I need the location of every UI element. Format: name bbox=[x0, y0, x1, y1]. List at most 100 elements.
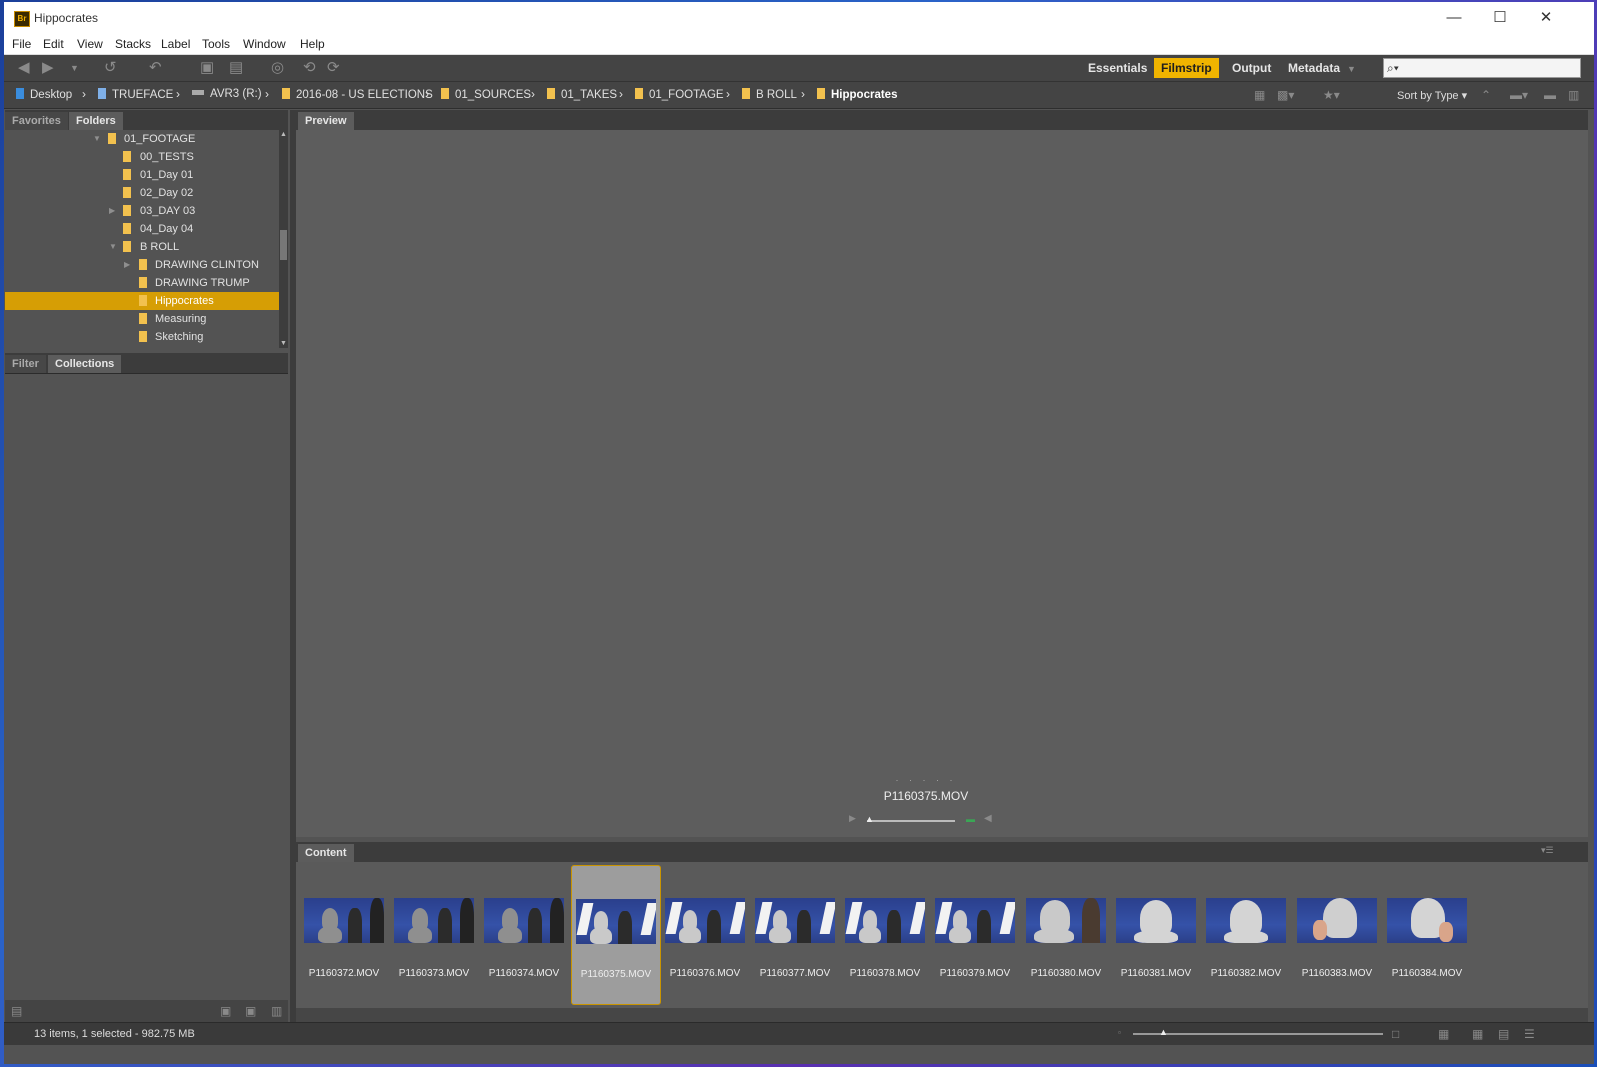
breadcrumb-01-takes[interactable]: 01_TAKES bbox=[547, 88, 617, 101]
breadcrumb-separator-icon[interactable]: › bbox=[801, 87, 805, 101]
breadcrumb-separator-icon[interactable]: › bbox=[82, 87, 86, 101]
rotate-left-icon[interactable]: ⟲ bbox=[303, 59, 316, 77]
camera-download-icon[interactable]: ▣ bbox=[200, 59, 214, 77]
tab-collections[interactable]: Collections bbox=[48, 355, 122, 373]
minimize-button[interactable]: — bbox=[1431, 4, 1477, 32]
breadcrumb-01-footage[interactable]: 01_FOOTAGE bbox=[635, 88, 724, 101]
scroll-down-icon[interactable]: ▼ bbox=[279, 339, 288, 348]
breadcrumb-avr3[interactable]: AVR3 (R:) bbox=[192, 88, 262, 100]
breadcrumb-hippocrates[interactable]: Hippocrates bbox=[817, 88, 897, 101]
workspace-filmstrip[interactable]: Filmstrip bbox=[1154, 58, 1219, 78]
folder-item-b-roll[interactable]: ▼ B ROLL bbox=[5, 238, 280, 256]
thumbnail-view-icon[interactable]: ▦ bbox=[1472, 1027, 1483, 1041]
close-button[interactable]: ✕ bbox=[1523, 4, 1569, 32]
scrubber-knob[interactable]: ▲ bbox=[865, 814, 874, 824]
thumbnail-item-selected[interactable]: P1160375.MOV bbox=[571, 865, 661, 1005]
volume-icon[interactable]: ◀ bbox=[984, 813, 992, 824]
folder-item-hippocrates[interactable]: Hippocrates bbox=[5, 292, 280, 310]
menu-help[interactable]: Help bbox=[300, 37, 325, 51]
thumbnail-item[interactable]: P1160380.MOV bbox=[1022, 865, 1110, 1003]
tab-filter[interactable]: Filter bbox=[5, 355, 46, 373]
new-folder-icon[interactable]: ▬ bbox=[1544, 88, 1556, 102]
folder-item-00-tests[interactable]: 00_TESTS bbox=[5, 148, 280, 166]
collapsed-arrow-icon[interactable]: ▶ bbox=[109, 202, 115, 220]
breadcrumb-separator-icon[interactable]: › bbox=[619, 87, 623, 101]
delete-collection-icon[interactable]: ▥ bbox=[271, 1004, 282, 1018]
breadcrumb-desktop[interactable]: Desktop bbox=[16, 88, 72, 101]
tab-favorites[interactable]: Favorites bbox=[5, 112, 68, 130]
folder-item-sketching[interactable]: Sketching bbox=[5, 328, 280, 346]
breadcrumb-separator-icon[interactable]: › bbox=[265, 87, 269, 101]
playback-scrubber[interactable]: ▲ bbox=[865, 814, 955, 824]
back-arrow-icon[interactable]: ◀ bbox=[18, 59, 30, 77]
tab-content[interactable]: Content bbox=[298, 844, 354, 862]
open-in-camera-raw-icon[interactable]: ◎ bbox=[271, 59, 284, 77]
thumbnail-item[interactable]: P1160381.MOV bbox=[1112, 865, 1200, 1003]
menu-file[interactable]: File bbox=[12, 37, 31, 51]
forward-arrow-icon[interactable]: ▶ bbox=[42, 59, 54, 77]
breadcrumb-trueface[interactable]: TRUEFACE bbox=[98, 88, 173, 101]
collection-options-icon[interactable]: ▤ bbox=[11, 1004, 22, 1018]
folder-tree-scrollbar[interactable]: ▲ ▼ bbox=[279, 130, 288, 348]
tab-folders[interactable]: Folders bbox=[69, 112, 123, 130]
workspace-essentials[interactable]: Essentials bbox=[1081, 58, 1154, 78]
boomerang-icon[interactable]: ↺ bbox=[104, 59, 117, 77]
workspace-output[interactable]: Output bbox=[1225, 58, 1278, 78]
breadcrumb-separator-icon[interactable]: › bbox=[176, 87, 180, 101]
open-recent-folder-icon[interactable]: ▬▾ bbox=[1510, 88, 1528, 102]
zoom-out-icon[interactable]: ▫ bbox=[1118, 1028, 1121, 1037]
rating-dots[interactable]: · · · · · bbox=[296, 775, 1556, 785]
grid-lock-icon[interactable]: ▦ bbox=[1438, 1027, 1449, 1041]
content-scrollbar[interactable] bbox=[296, 1008, 1588, 1022]
breadcrumb-2016-us-elections[interactable]: 2016-08 - US ELECTIONS bbox=[282, 88, 433, 101]
loop-icon[interactable]: ▬ bbox=[966, 814, 975, 824]
tab-preview[interactable]: Preview bbox=[298, 112, 354, 130]
zoom-in-icon[interactable]: □ bbox=[1392, 1027, 1399, 1041]
sort-ascending-icon[interactable]: ⌃ bbox=[1481, 88, 1491, 102]
scroll-up-icon[interactable]: ▲ bbox=[279, 130, 288, 139]
search-input[interactable]: ⌕▾ bbox=[1383, 58, 1581, 78]
breadcrumb-b-roll[interactable]: B ROLL bbox=[742, 88, 797, 101]
details-view-icon[interactable]: ▤ bbox=[1498, 1027, 1509, 1041]
breadcrumb-separator-icon[interactable]: › bbox=[531, 87, 535, 101]
thumbnail-item[interactable]: P1160374.MOV bbox=[480, 865, 568, 1003]
thumbnail-item[interactable]: P1160384.MOV bbox=[1383, 865, 1471, 1003]
thumbnail-item[interactable]: P1160373.MOV bbox=[390, 865, 478, 1003]
star-filter-icon[interactable]: ★▾ bbox=[1323, 88, 1340, 102]
reveal-recent-icon[interactable]: ↶ bbox=[149, 59, 162, 77]
trash-icon[interactable]: ▥ bbox=[1568, 88, 1579, 102]
thumbnail-item[interactable]: P1160372.MOV bbox=[300, 865, 388, 1003]
refine-icon[interactable]: ▤ bbox=[229, 59, 243, 77]
quality-icon[interactable]: ▦ bbox=[1254, 88, 1265, 102]
workspace-metadata[interactable]: Metadata bbox=[1281, 58, 1347, 78]
expanded-arrow-icon[interactable]: ▼ bbox=[109, 238, 117, 256]
zoom-slider-knob[interactable]: ▲ bbox=[1159, 1027, 1168, 1037]
sort-by-dropdown[interactable]: Sort by Type ▾ bbox=[1397, 89, 1467, 102]
breadcrumb-01-sources[interactable]: 01_SOURCES bbox=[441, 88, 531, 101]
list-view-icon[interactable]: ☰ bbox=[1524, 1027, 1535, 1041]
panel-menu-icon[interactable]: ▾☰ bbox=[1541, 845, 1554, 856]
new-collection-icon[interactable]: ▣ bbox=[245, 1004, 256, 1018]
thumbnail-item[interactable]: P1160377.MOV bbox=[751, 865, 839, 1003]
thumbnail-item[interactable]: P1160379.MOV bbox=[931, 865, 1019, 1003]
history-dropdown-icon[interactable]: ▼ bbox=[70, 59, 79, 77]
thumbnail-item[interactable]: P1160383.MOV bbox=[1293, 865, 1381, 1003]
menu-label[interactable]: Label bbox=[161, 37, 190, 51]
menu-window[interactable]: Window bbox=[243, 37, 286, 51]
menu-stacks[interactable]: Stacks bbox=[115, 37, 151, 51]
folder-item-02-day-02[interactable]: 02_Day 02 bbox=[5, 184, 280, 202]
thumbnail-item[interactable]: P1160378.MOV bbox=[841, 865, 929, 1003]
thumbnail-item[interactable]: P1160376.MOV bbox=[661, 865, 749, 1003]
folder-item-measuring[interactable]: Measuring bbox=[5, 310, 280, 328]
scrollbar-thumb[interactable] bbox=[280, 230, 287, 260]
menu-edit[interactable]: Edit bbox=[43, 37, 64, 51]
folder-item-03-day-03[interactable]: ▶ 03_DAY 03 bbox=[5, 202, 280, 220]
maximize-button[interactable]: ☐ bbox=[1477, 4, 1523, 32]
expanded-arrow-icon[interactable]: ▼ bbox=[93, 130, 101, 148]
folder-item-01-day-01[interactable]: 01_Day 01 bbox=[5, 166, 280, 184]
view-options-icon[interactable]: ▩▾ bbox=[1277, 88, 1294, 102]
play-icon[interactable]: ▶ bbox=[849, 813, 856, 824]
new-smart-collection-icon[interactable]: ▣ bbox=[220, 1004, 231, 1018]
thumbnail-item[interactable]: P1160382.MOV bbox=[1202, 865, 1290, 1003]
thumbnail-size-slider[interactable]: ▲ bbox=[1133, 1027, 1383, 1037]
